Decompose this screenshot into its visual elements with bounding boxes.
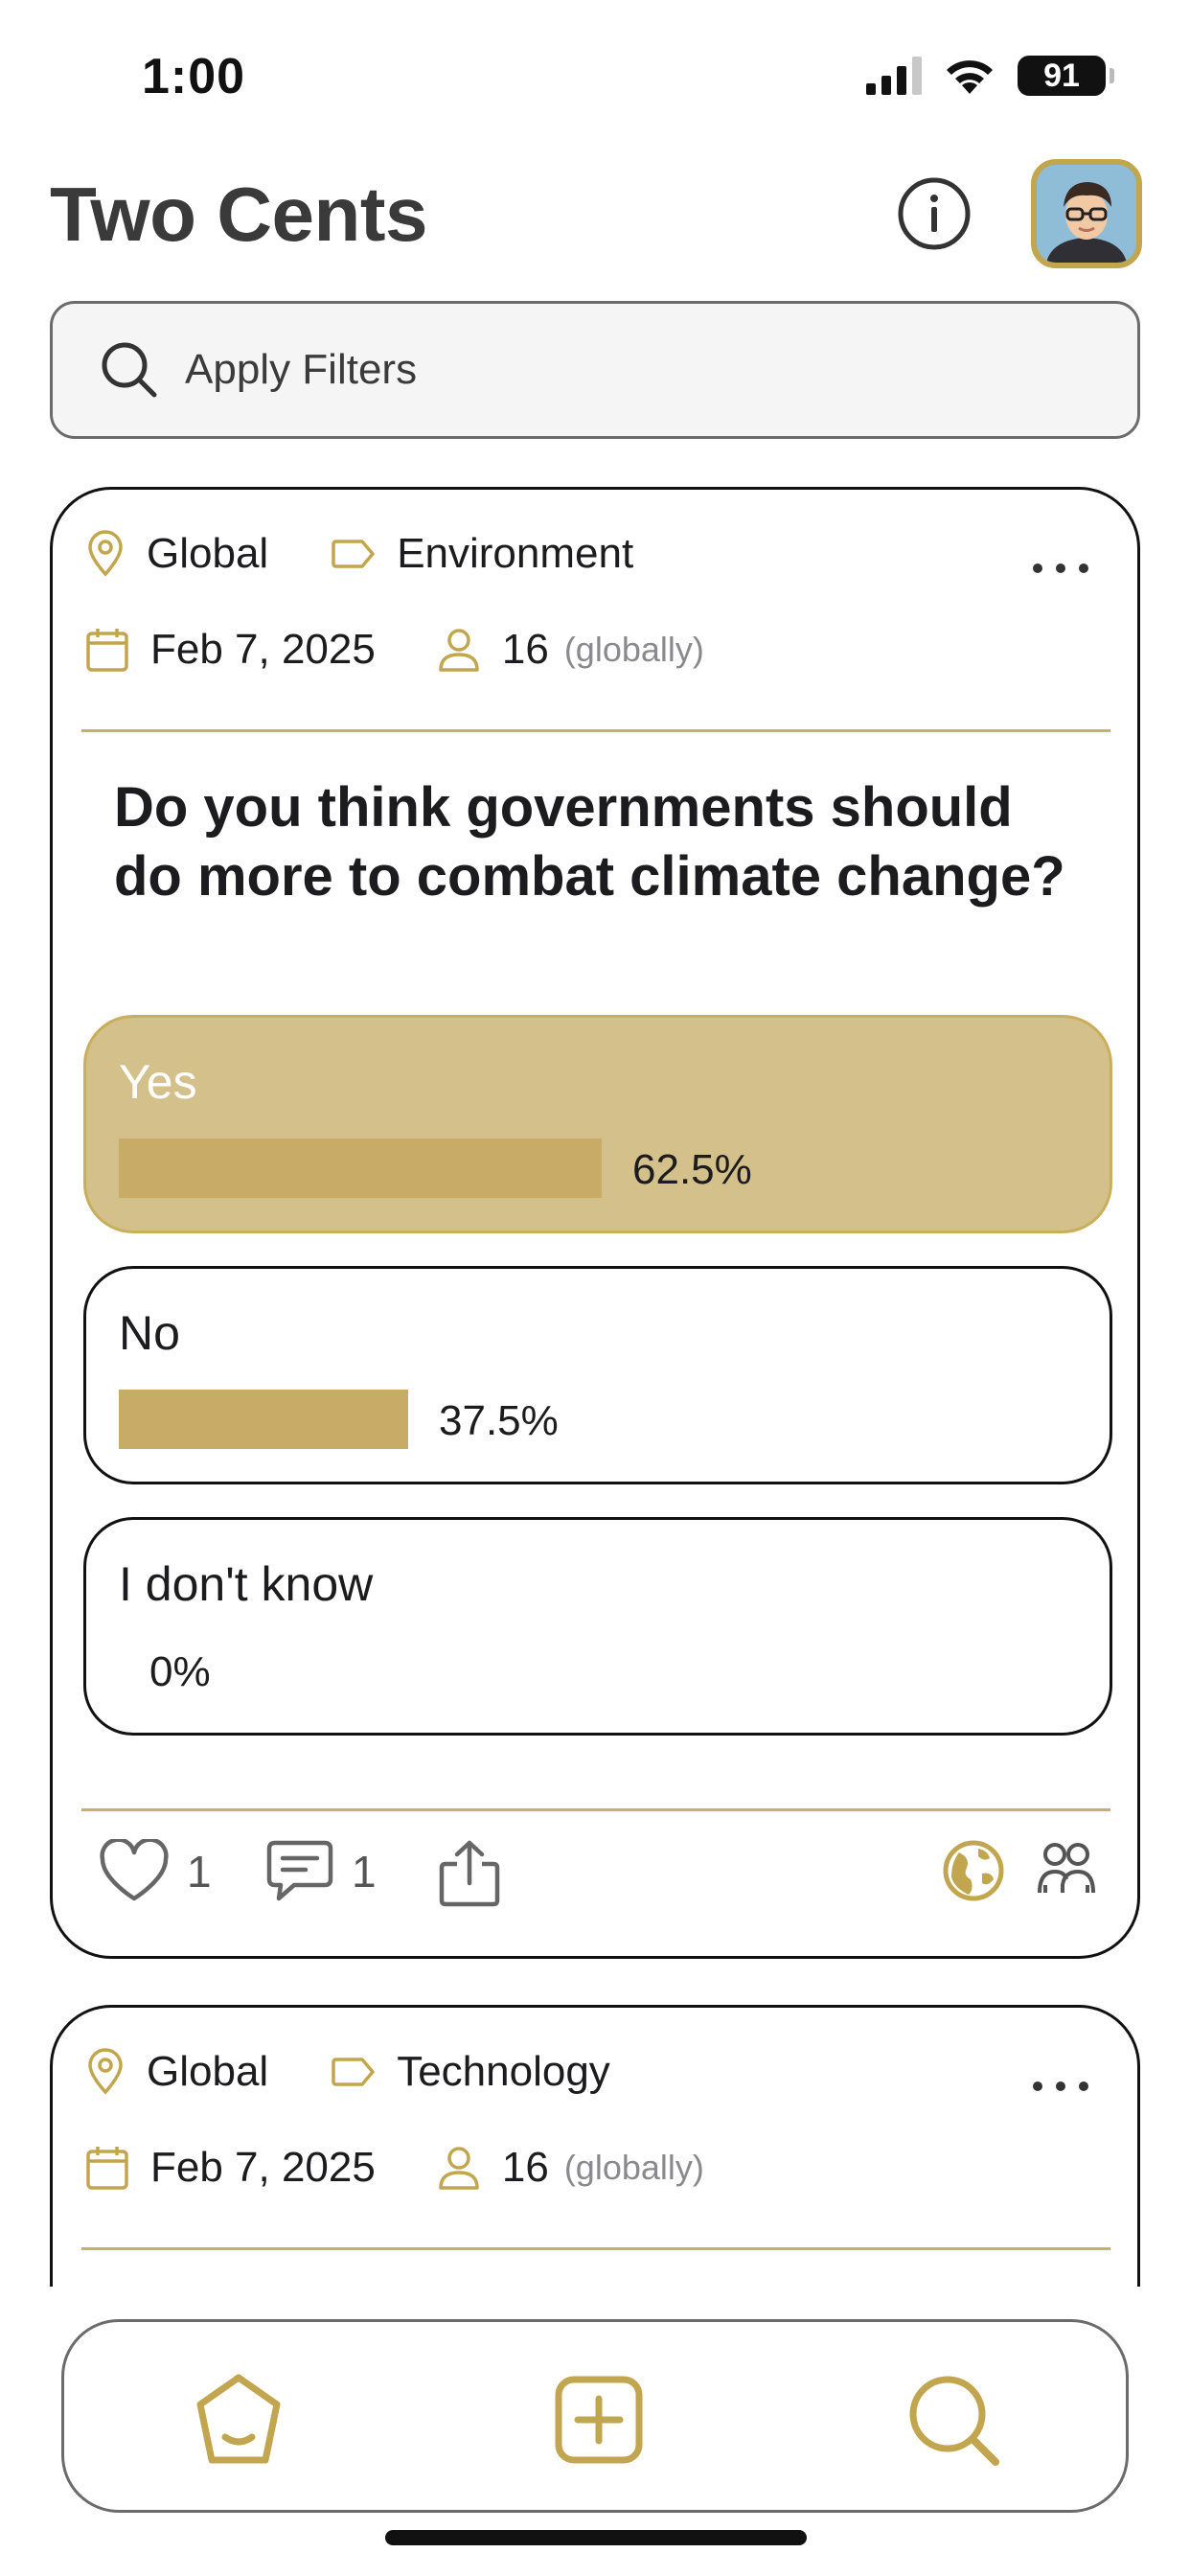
- add-icon[interactable]: [549, 2370, 649, 2470]
- like-button[interactable]: 1: [99, 1839, 212, 1904]
- category-chip: Environment: [330, 530, 633, 578]
- option-percent: 62.5%: [632, 1146, 752, 1193]
- group-icon: [1038, 1843, 1095, 1894]
- option-label: Yes: [119, 1055, 197, 1109]
- card-divider: [81, 729, 1110, 732]
- poll-option-no[interactable]: No 37.5%: [83, 1266, 1112, 1484]
- global-view-button[interactable]: [942, 1839, 1005, 1902]
- person-icon: [439, 629, 479, 672]
- option-result-bar: [119, 1138, 602, 1198]
- wifi-icon: [947, 60, 993, 94]
- search-icon: [102, 342, 157, 398]
- tab-bar: [61, 2319, 1129, 2513]
- cellular-signal-icon: [866, 57, 922, 95]
- location-pin-icon: [88, 2048, 123, 2095]
- search-icon[interactable]: [904, 2370, 1003, 2470]
- poll-meta-row: Global Environment: [85, 530, 633, 578]
- more-icon[interactable]: [1030, 559, 1091, 578]
- poll-location: Global: [147, 530, 269, 577]
- poll-option-dont-know[interactable]: I don't know 0%: [83, 1517, 1112, 1736]
- like-count: 1: [187, 1847, 212, 1897]
- poll-scope: (globally): [563, 2148, 704, 2187]
- date-chip: Feb 7, 2025: [85, 626, 376, 674]
- option-percent: 37.5%: [439, 1397, 559, 1444]
- share-icon: [439, 1840, 500, 1907]
- globe-icon: [943, 1840, 1004, 1901]
- tag-icon: [332, 2058, 375, 2086]
- poll-meta-row-2: Feb 7, 2025 16 (globally): [85, 2144, 704, 2192]
- poll-category: Environment: [397, 530, 634, 577]
- calendar-icon: [86, 2147, 128, 2190]
- home-icon[interactable]: [189, 2370, 288, 2470]
- apply-filters-label: Apply Filters: [185, 346, 418, 393]
- location-chip: Global: [85, 530, 268, 578]
- poll-meta-row-2: Feb 7, 2025 16 (globally): [85, 626, 704, 674]
- poll-date: Feb 7, 2025: [150, 626, 376, 673]
- tag-icon: [332, 540, 375, 568]
- poll-option-yes[interactable]: Yes 62.5%: [83, 1015, 1112, 1233]
- card-divider: [81, 2247, 1110, 2250]
- option-percent: 0%: [149, 1648, 211, 1695]
- poll-category: Technology: [397, 2048, 610, 2095]
- poll-date: Feb 7, 2025: [150, 2144, 376, 2191]
- location-pin-icon: [88, 530, 123, 577]
- date-chip: Feb 7, 2025: [85, 2144, 376, 2192]
- person-icon: [439, 2147, 479, 2190]
- poll-actions: 1 1: [99, 1839, 1095, 1925]
- share-button[interactable]: [438, 1839, 501, 1908]
- option-result-bar: [119, 1390, 408, 1449]
- calendar-icon: [86, 629, 128, 672]
- status-bar: 1:00 91: [0, 0, 1190, 144]
- participants-chip: 16 (globally): [437, 2144, 704, 2192]
- info-icon[interactable]: [896, 175, 973, 252]
- comment-icon: [266, 1840, 333, 1901]
- home-indicator: [385, 2530, 807, 2545]
- app-title: Two Cents: [50, 172, 428, 257]
- comment-button[interactable]: 1: [265, 1839, 377, 1904]
- apply-filters-button[interactable]: Apply Filters: [50, 301, 1140, 439]
- location-chip: Global: [85, 2048, 268, 2096]
- card-divider: [81, 1808, 1110, 1811]
- poll-question: Do you think governments should do more …: [114, 776, 1065, 908]
- group-view-button[interactable]: [1036, 1839, 1097, 1897]
- more-icon[interactable]: [1030, 2077, 1091, 2096]
- poll-card: Global Environment Feb 7, 2025 16 (globa…: [50, 487, 1140, 1959]
- battery-level: 91: [1043, 57, 1080, 94]
- category-chip: Technology: [330, 2048, 610, 2096]
- status-icons: 91: [866, 56, 1114, 96]
- poll-meta-row: Global Technology: [85, 2048, 610, 2096]
- poll-scope: (globally): [563, 630, 704, 669]
- comment-count: 1: [352, 1847, 377, 1897]
- participants-chip: 16 (globally): [437, 626, 704, 674]
- heart-icon: [100, 1839, 169, 1901]
- option-label: I don't know: [119, 1557, 374, 1611]
- avatar[interactable]: [1031, 159, 1142, 268]
- poll-participants: 16: [501, 2144, 549, 2191]
- status-time: 1:00: [142, 49, 246, 104]
- poll-location: Global: [147, 2048, 269, 2095]
- battery-icon: 91: [1018, 56, 1114, 96]
- poll-participants: 16: [501, 626, 549, 673]
- option-label: No: [119, 1306, 180, 1360]
